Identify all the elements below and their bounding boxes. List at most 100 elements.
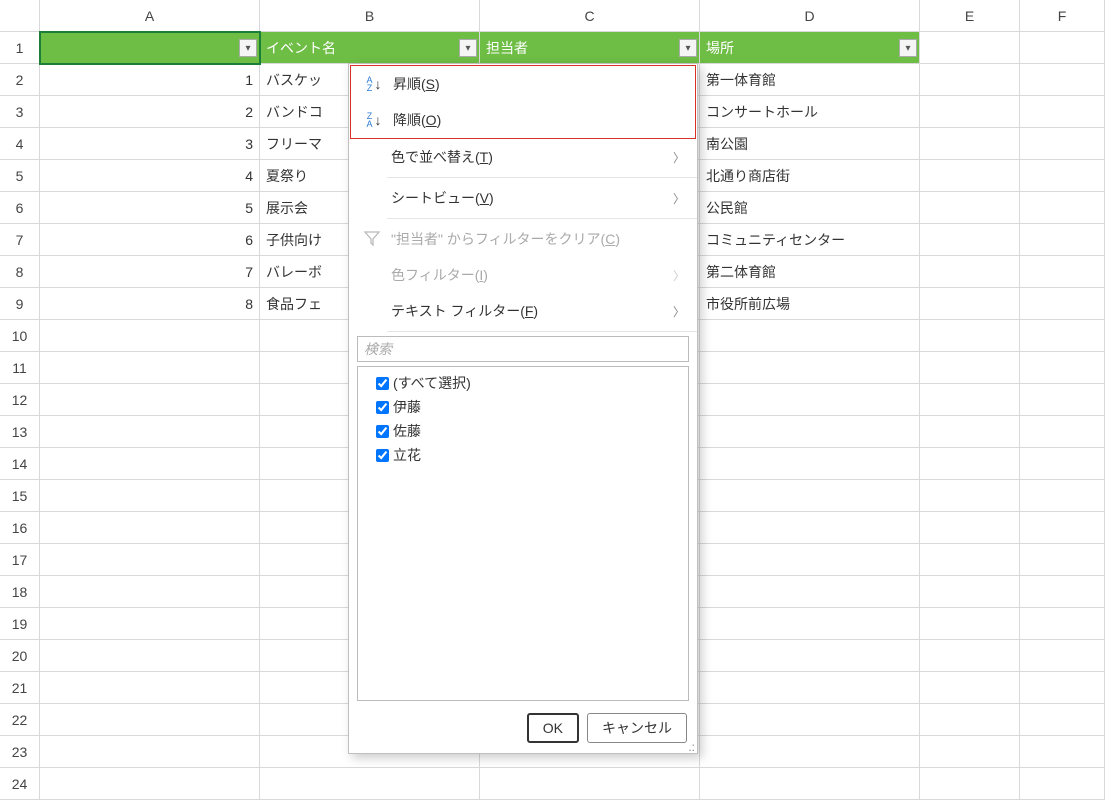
filter-checklist[interactable]: (すべて選択)伊藤佐藤立花 — [357, 366, 689, 701]
filter-checkbox[interactable] — [376, 425, 389, 438]
column-header[interactable]: A — [40, 0, 260, 32]
row-header[interactable]: 18 — [0, 576, 40, 608]
cell[interactable] — [920, 672, 1020, 704]
row-header[interactable]: 21 — [0, 672, 40, 704]
row-header[interactable]: 23 — [0, 736, 40, 768]
cell[interactable]: 6 — [40, 224, 260, 256]
cell[interactable] — [1020, 544, 1105, 576]
cell[interactable] — [700, 704, 920, 736]
filter-dropdown-button[interactable]: ▾ — [679, 39, 697, 57]
row-header[interactable]: 20 — [0, 640, 40, 672]
cell[interactable] — [40, 576, 260, 608]
column-header[interactable]: B — [260, 0, 480, 32]
cell[interactable] — [920, 128, 1020, 160]
row-header[interactable]: 14 — [0, 448, 40, 480]
cell[interactable] — [1020, 96, 1105, 128]
row-header[interactable]: 24 — [0, 768, 40, 800]
cell[interactable] — [920, 192, 1020, 224]
cell[interactable] — [40, 416, 260, 448]
cell[interactable] — [700, 480, 920, 512]
ok-button[interactable]: OK — [527, 713, 579, 743]
cell[interactable] — [1020, 32, 1105, 64]
cell[interactable] — [40, 544, 260, 576]
row-header[interactable]: 17 — [0, 544, 40, 576]
cell[interactable]: コンサートホール — [700, 96, 920, 128]
cell[interactable] — [700, 672, 920, 704]
cell[interactable] — [920, 96, 1020, 128]
cell[interactable] — [920, 384, 1020, 416]
sort-ascending[interactable]: AZ ↓ 昇順(S) — [351, 66, 695, 102]
cell[interactable] — [920, 320, 1020, 352]
cell[interactable] — [920, 704, 1020, 736]
row-header[interactable]: 2 — [0, 64, 40, 96]
cell[interactable] — [40, 384, 260, 416]
row-header[interactable]: 5 — [0, 160, 40, 192]
row-header[interactable]: 9 — [0, 288, 40, 320]
filter-search-input[interactable] — [357, 336, 689, 362]
row-header[interactable]: 6 — [0, 192, 40, 224]
cell[interactable] — [920, 512, 1020, 544]
cell[interactable] — [1020, 64, 1105, 96]
row-header[interactable]: 12 — [0, 384, 40, 416]
cell[interactable] — [40, 512, 260, 544]
cell[interactable]: 8 — [40, 288, 260, 320]
cell[interactable] — [1020, 704, 1105, 736]
row-header[interactable]: 8 — [0, 256, 40, 288]
cell[interactable]: 北通り商店街 — [700, 160, 920, 192]
cell[interactable] — [40, 320, 260, 352]
cell[interactable]: 南公園 — [700, 128, 920, 160]
cell[interactable] — [40, 704, 260, 736]
cell[interactable]: 市役所前広場 — [700, 288, 920, 320]
cell[interactable] — [1020, 224, 1105, 256]
cell[interactable] — [1020, 288, 1105, 320]
sort-descending[interactable]: ZA ↓ 降順(O) — [351, 102, 695, 138]
cell[interactable] — [920, 768, 1020, 800]
cancel-button[interactable]: キャンセル — [587, 713, 687, 743]
cell[interactable]: 1 — [40, 64, 260, 96]
cell[interactable] — [700, 608, 920, 640]
filter-checkbox[interactable] — [376, 401, 389, 414]
row-header[interactable]: 16 — [0, 512, 40, 544]
cell[interactable]: 3 — [40, 128, 260, 160]
cell[interactable] — [920, 608, 1020, 640]
row-header[interactable]: 1 — [0, 32, 40, 64]
cell[interactable]: イベント名▾ — [260, 32, 480, 64]
filter-check-item[interactable]: (すべて選択) — [362, 371, 684, 395]
filter-dropdown-button[interactable]: ▾ — [899, 39, 917, 57]
cell[interactable] — [700, 448, 920, 480]
cell[interactable] — [40, 608, 260, 640]
cell[interactable] — [1020, 384, 1105, 416]
cell[interactable] — [700, 736, 920, 768]
cell[interactable] — [1020, 192, 1105, 224]
column-header[interactable]: E — [920, 0, 1020, 32]
text-filter[interactable]: テキスト フィルター(F) 〉 — [349, 293, 697, 329]
cell[interactable] — [40, 640, 260, 672]
cell[interactable] — [920, 288, 1020, 320]
cell[interactable] — [920, 256, 1020, 288]
cell[interactable] — [1020, 320, 1105, 352]
row-header[interactable]: 13 — [0, 416, 40, 448]
cell[interactable] — [920, 736, 1020, 768]
cell[interactable] — [700, 640, 920, 672]
cell[interactable]: 担当者▾ — [480, 32, 700, 64]
filter-check-item[interactable]: 佐藤 — [362, 419, 684, 443]
cell[interactable] — [1020, 576, 1105, 608]
resize-grip-icon[interactable]: .: — [688, 743, 695, 751]
cell[interactable] — [920, 416, 1020, 448]
column-header[interactable]: F — [1020, 0, 1105, 32]
cell[interactable] — [920, 224, 1020, 256]
row-header[interactable]: 7 — [0, 224, 40, 256]
cell[interactable] — [40, 352, 260, 384]
filter-dropdown-button[interactable]: ▾ — [239, 39, 257, 57]
sheet-view[interactable]: シートビュー(V) 〉 — [349, 180, 697, 216]
cell[interactable]: 場所▾ — [700, 32, 920, 64]
filter-checkbox[interactable] — [376, 449, 389, 462]
cell[interactable] — [920, 448, 1020, 480]
cell[interactable] — [1020, 448, 1105, 480]
cell[interactable]: 2 — [40, 96, 260, 128]
cell[interactable] — [1020, 480, 1105, 512]
cell[interactable] — [920, 64, 1020, 96]
cell[interactable] — [700, 512, 920, 544]
cell[interactable] — [920, 160, 1020, 192]
row-header[interactable]: 19 — [0, 608, 40, 640]
